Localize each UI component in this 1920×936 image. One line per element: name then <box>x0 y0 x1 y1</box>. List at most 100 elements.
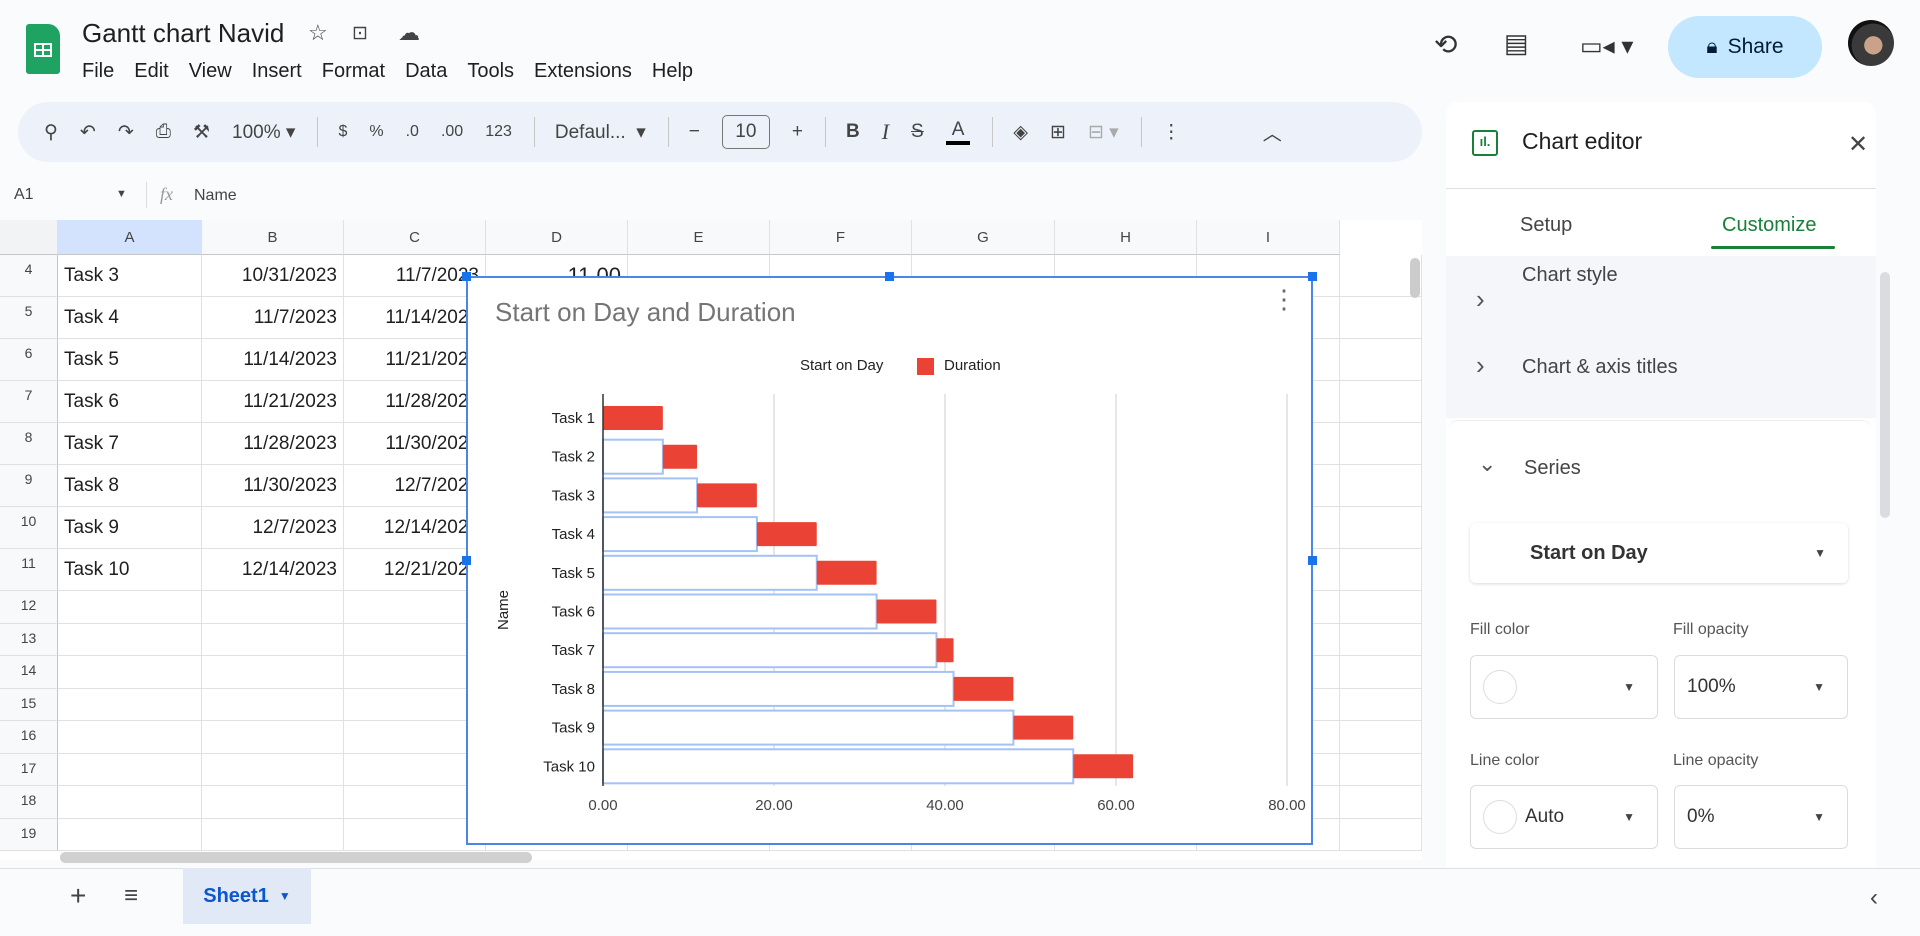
cell[interactable] <box>58 591 202 624</box>
cell[interactable] <box>344 786 486 819</box>
sheets-logo[interactable] <box>26 24 60 74</box>
all-sheets-icon[interactable]: ≡ <box>124 882 138 910</box>
cell[interactable] <box>1340 549 1422 591</box>
tab-setup[interactable]: Setup <box>1520 214 1572 237</box>
add-sheet-icon[interactable]: + <box>70 880 86 912</box>
row-header[interactable]: 17 <box>0 753 58 786</box>
resize-handle[interactable] <box>885 272 894 281</box>
row-header[interactable]: 11 <box>0 549 58 591</box>
row-header[interactable]: 16 <box>0 721 58 754</box>
menu-format[interactable]: Format <box>322 60 394 83</box>
panel-scrollbar[interactable] <box>1880 272 1890 518</box>
cell[interactable]: 11/14/2023 <box>202 339 344 381</box>
star-icon[interactable]: ☆ <box>308 20 328 46</box>
cell[interactable]: 12/14/2023 <box>344 507 486 549</box>
cell[interactable]: Task 6 <box>58 381 202 423</box>
sheet-tab[interactable]: Sheet1 ▼ <box>183 868 311 924</box>
paint-format-icon[interactable]: ⚒ <box>193 121 210 144</box>
cell[interactable] <box>344 623 486 656</box>
cell[interactable]: 11/30/2023 <box>202 465 344 507</box>
cell[interactable]: Task 3 <box>58 255 202 297</box>
cell[interactable]: Task 5 <box>58 339 202 381</box>
resize-handle[interactable] <box>462 556 471 565</box>
cell[interactable] <box>344 688 486 721</box>
row-header[interactable]: 10 <box>0 507 58 549</box>
zoom-select[interactable]: 100% ▾ <box>232 121 295 144</box>
cell[interactable]: 12/7/2023 <box>344 465 486 507</box>
cell[interactable]: 10/31/2023 <box>202 255 344 297</box>
chevron-down-icon[interactable]: ⌄ <box>1478 451 1496 477</box>
menu-data[interactable]: Data <box>405 60 456 83</box>
resize-handle[interactable] <box>462 272 471 281</box>
cell[interactable] <box>58 688 202 721</box>
meet-video-icon[interactable]: ▭◂ ▾ <box>1580 32 1633 61</box>
cell[interactable] <box>58 721 202 754</box>
cell[interactable] <box>344 818 486 851</box>
column-header[interactable]: A <box>58 220 202 255</box>
resize-handle[interactable] <box>1308 272 1317 281</box>
collapse-toolbar-icon[interactable]: ︿ <box>1263 119 1282 146</box>
more-formats-button[interactable]: 123 <box>485 123 512 141</box>
share-button[interactable]: 🔒︎ Share <box>1668 16 1822 78</box>
close-icon[interactable]: ✕ <box>1848 130 1868 159</box>
fill-color-icon[interactable]: ◈ <box>1013 121 1028 144</box>
cell[interactable]: 12/7/2023 <box>202 507 344 549</box>
name-box-dropdown-icon[interactable]: ▼ <box>116 188 127 200</box>
increase-decimal-button[interactable]: .00 <box>441 123 463 141</box>
search-icon[interactable]: ⚲ <box>44 121 58 144</box>
cell[interactable]: 11/28/2023 <box>202 423 344 465</box>
resize-handle[interactable] <box>1308 556 1317 565</box>
sheet-tab-dropdown-icon[interactable]: ▼ <box>279 889 291 903</box>
cell[interactable]: 12/14/2023 <box>202 549 344 591</box>
column-header[interactable]: G <box>912 220 1055 255</box>
font-size-input[interactable]: 10 <box>721 115 770 149</box>
cell[interactable] <box>202 818 344 851</box>
cell[interactable] <box>1340 688 1422 721</box>
cell[interactable] <box>1340 381 1422 423</box>
cell[interactable]: Task 8 <box>58 465 202 507</box>
column-header[interactable]: D <box>486 220 628 255</box>
line-color-select[interactable]: Auto ▼ <box>1470 785 1658 849</box>
cell[interactable] <box>344 753 486 786</box>
cell[interactable]: 11/7/2023 <box>202 297 344 339</box>
cell[interactable] <box>344 591 486 624</box>
document-title[interactable]: Gantt chart Navid <box>82 18 284 49</box>
row-header[interactable]: 9 <box>0 465 58 507</box>
column-header[interactable]: H <box>1055 220 1197 255</box>
fill-opacity-select[interactable]: 100% ▼ <box>1674 655 1848 719</box>
cell[interactable]: 11/21/2023 <box>202 381 344 423</box>
text-color-button[interactable]: A <box>945 119 971 145</box>
menu-file[interactable]: File <box>82 60 123 83</box>
column-header[interactable]: F <box>770 220 912 255</box>
row-header[interactable]: 5 <box>0 297 58 339</box>
cell[interactable] <box>202 721 344 754</box>
print-icon[interactable]: ⎙ <box>156 121 171 143</box>
fill-color-select[interactable]: ▼ <box>1470 655 1658 719</box>
menu-help[interactable]: Help <box>652 60 702 83</box>
cell[interactable] <box>58 753 202 786</box>
row-header[interactable]: 13 <box>0 623 58 656</box>
expand-side-panel-icon[interactable]: ‹ <box>1870 884 1878 912</box>
column-header[interactable]: I <box>1197 220 1340 255</box>
cell[interactable] <box>58 818 202 851</box>
decrease-decimal-button[interactable]: .0 <box>406 123 419 141</box>
cell[interactable] <box>1340 786 1422 819</box>
cell[interactable] <box>58 623 202 656</box>
cell[interactable]: Task 4 <box>58 297 202 339</box>
cell[interactable] <box>1340 753 1422 786</box>
redo-icon[interactable]: ↷ <box>118 121 134 144</box>
font-size-increase[interactable]: + <box>792 121 803 143</box>
row-header[interactable]: 4 <box>0 255 58 297</box>
account-avatar[interactable] <box>1848 20 1894 66</box>
row-header[interactable]: 12 <box>0 591 58 624</box>
cell[interactable] <box>202 786 344 819</box>
name-box[interactable]: A1 <box>14 186 34 204</box>
menu-insert[interactable]: Insert <box>252 60 311 83</box>
column-header[interactable]: E <box>628 220 770 255</box>
menu-tools[interactable]: Tools <box>467 60 523 83</box>
cell[interactable] <box>1340 591 1422 624</box>
cell[interactable] <box>202 591 344 624</box>
cell[interactable]: 11/14/2023 <box>344 297 486 339</box>
cell[interactable] <box>1340 339 1422 381</box>
menu-edit[interactable]: Edit <box>134 60 177 83</box>
